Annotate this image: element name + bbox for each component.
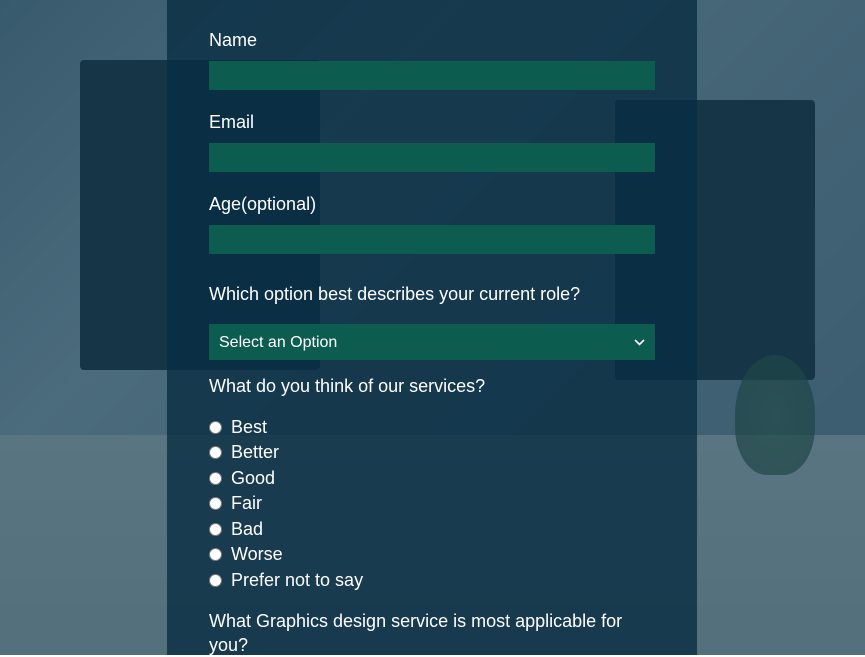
age-field-block: Age(optional): [209, 194, 655, 276]
graphics-question-label: What Graphics design service is most app…: [209, 609, 655, 657]
radio-fair[interactable]: [209, 497, 222, 510]
age-input[interactable]: [209, 225, 655, 254]
radio-label-better[interactable]: Better: [231, 442, 279, 463]
radio-best[interactable]: [209, 421, 222, 434]
name-field-block: Name: [209, 30, 655, 112]
radio-row-good: Good: [209, 468, 655, 489]
radio-row-worse: Worse: [209, 544, 655, 565]
email-label: Email: [209, 112, 655, 133]
age-label: Age(optional): [209, 194, 655, 215]
name-input[interactable]: [209, 61, 655, 90]
survey-form-panel: Name Email Age(optional) Which option be…: [167, 0, 697, 655]
name-label: Name: [209, 30, 655, 51]
role-question-label: Which option best describes your current…: [209, 282, 655, 306]
radio-prefer-not[interactable]: [209, 574, 222, 587]
services-question-label: What do you think of our services?: [209, 374, 655, 398]
radio-row-better: Better: [209, 442, 655, 463]
role-select[interactable]: Select an Option: [209, 324, 655, 360]
radio-label-best[interactable]: Best: [231, 417, 267, 438]
radio-label-worse[interactable]: Worse: [231, 544, 283, 565]
radio-row-fair: Fair: [209, 493, 655, 514]
radio-good[interactable]: [209, 472, 222, 485]
radio-label-bad[interactable]: Bad: [231, 519, 263, 540]
email-field-block: Email: [209, 112, 655, 194]
radio-row-best: Best: [209, 417, 655, 438]
radio-row-prefer-not: Prefer not to say: [209, 570, 655, 591]
radio-better[interactable]: [209, 446, 222, 459]
radio-row-bad: Bad: [209, 519, 655, 540]
role-select-wrap: Select an Option: [209, 324, 655, 360]
radio-label-good[interactable]: Good: [231, 468, 275, 489]
email-input[interactable]: [209, 143, 655, 172]
radio-label-prefer-not[interactable]: Prefer not to say: [231, 570, 363, 591]
radio-worse[interactable]: [209, 548, 222, 561]
radio-label-fair[interactable]: Fair: [231, 493, 262, 514]
radio-bad[interactable]: [209, 523, 222, 536]
services-radio-group: Best Better Good Fair Bad Worse Prefer n…: [209, 417, 655, 591]
